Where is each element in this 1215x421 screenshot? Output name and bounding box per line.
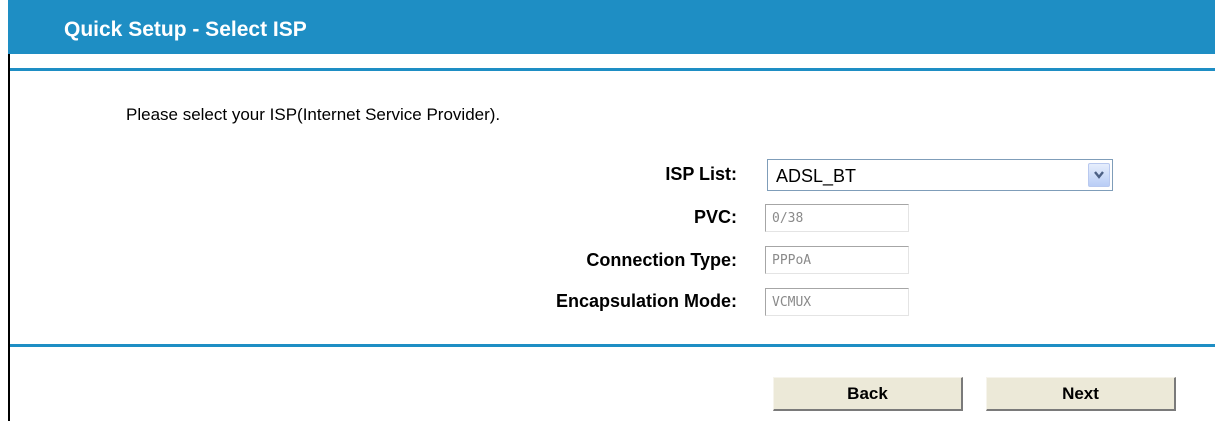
- instruction-text: Please select your ISP(Internet Service …: [126, 105, 501, 124]
- connection-type-field[interactable]: PPPoA: [765, 246, 909, 274]
- encapsulation-mode-value: VCMUX: [772, 295, 812, 310]
- divider-bottom: [10, 344, 1215, 347]
- back-button[interactable]: Back: [773, 377, 963, 411]
- divider-top: [10, 68, 1215, 71]
- page-title: Quick Setup - Select ISP: [64, 18, 307, 41]
- page-left-border: [8, 0, 10, 421]
- page-header: Quick Setup - Select ISP: [8, 0, 1215, 54]
- chevron-down-icon: [1094, 171, 1104, 179]
- isp-list-label: ISP List:: [665, 164, 737, 184]
- connection-type-value: PPPoA: [772, 253, 812, 268]
- pvc-field[interactable]: 0/38: [765, 204, 909, 232]
- dropdown-button[interactable]: [1088, 163, 1110, 187]
- encapsulation-mode-label: Encapsulation Mode:: [555, 291, 737, 311]
- encapsulation-mode-field[interactable]: VCMUX: [765, 288, 909, 316]
- connection-type-label: Connection Type:: [586, 250, 737, 270]
- pvc-value: 0/38: [772, 211, 804, 226]
- pvc-label: PVC:: [693, 207, 737, 227]
- isp-list-selected-value: ADSL_BT: [776, 166, 857, 186]
- next-button[interactable]: Next: [986, 377, 1176, 411]
- isp-list-select[interactable]: ADSL_BT: [767, 159, 1113, 191]
